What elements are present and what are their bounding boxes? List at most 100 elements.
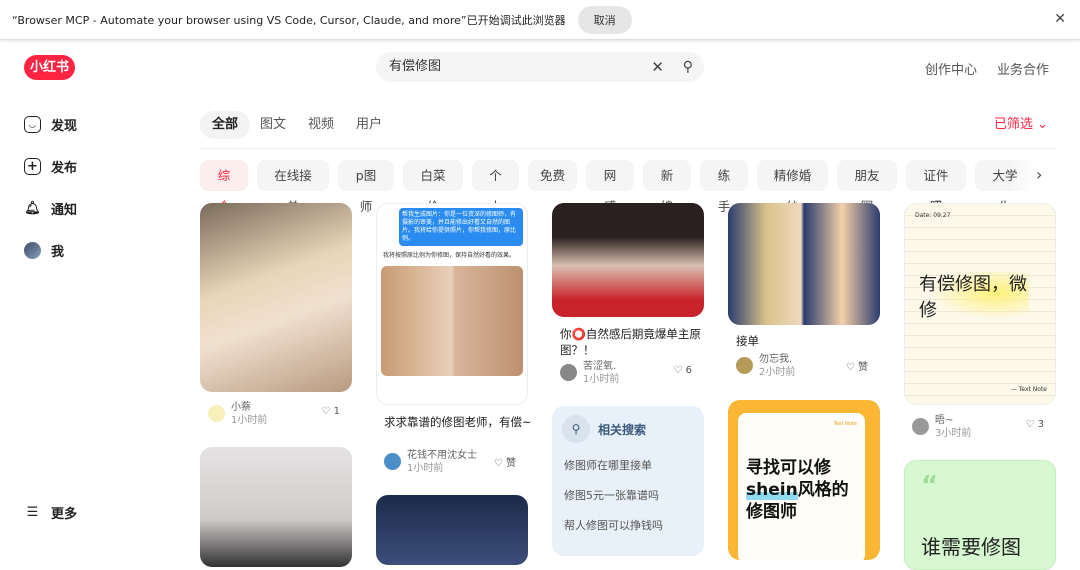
filter-button[interactable]: 已筛选 ⌄ — [994, 113, 1048, 132]
tab-video[interactable]: 视频 — [296, 111, 346, 139]
like-button[interactable]: ♡ 6 — [673, 365, 692, 376]
avatar — [912, 418, 929, 435]
avatar — [560, 364, 577, 381]
chip[interactable]: 朋友圈 — [837, 160, 897, 214]
sidebar-item-discover[interactable]: ◡ 发现 — [24, 115, 77, 134]
avatar — [208, 405, 225, 422]
sidebar-more[interactable]: ☰ 更多 — [24, 503, 77, 522]
note-author[interactable]: 晤~ 3小时前 ♡ 3 — [904, 414, 1052, 440]
chip[interactable]: 综合 — [200, 160, 248, 214]
chip[interactable]: 练手 — [700, 160, 748, 214]
author-name: 花钱不用沈女士 — [407, 450, 477, 461]
sidebar-item-me[interactable]: 我 — [24, 241, 64, 260]
note-image[interactable] — [728, 203, 880, 325]
note-image[interactable] — [376, 495, 528, 565]
post-time: 2小时前 — [759, 367, 796, 378]
chevron-down-icon: ⌄ — [1037, 117, 1049, 132]
post-time: 3小时前 — [935, 428, 972, 439]
sidebar-label: 我 — [51, 245, 65, 260]
chip[interactable]: 精修婚纱 — [757, 160, 828, 214]
related-query[interactable]: 修图5元一张靠谱吗 — [552, 481, 704, 511]
chip[interactable]: 大学生 — [975, 160, 1035, 214]
chip[interactable]: p图师 — [338, 160, 394, 214]
sidebar-label: 更多 — [51, 507, 78, 522]
divider — [200, 148, 1056, 149]
bell-icon: 🔔︎ — [24, 201, 41, 216]
like-count: 1 — [333, 406, 340, 417]
search-icon: ⚲ — [562, 415, 590, 443]
chip[interactable]: 新娘 — [643, 160, 691, 214]
tab-all[interactable]: 全部 — [200, 111, 251, 139]
creator-center-link[interactable]: 创作中心 — [925, 59, 977, 78]
note-image[interactable]: Date: 09.27 有偿修图，微修 — Text Note — [904, 203, 1056, 405]
avatar — [384, 453, 401, 470]
business-link[interactable]: 业务合作 — [997, 59, 1049, 78]
debug-banner: “Browser MCP - Automate your browser usi… — [0, 0, 1080, 40]
chip[interactable]: 个人 — [472, 160, 519, 214]
like-button[interactable]: ♡ 1 — [321, 406, 340, 417]
chip[interactable]: 网感 — [586, 160, 634, 214]
sidebar-item-notifications[interactable]: 🔔︎ 通知 — [24, 199, 77, 218]
note-title[interactable]: 接单 — [736, 333, 884, 349]
note-image[interactable]: “ 谁需要修图 — [904, 460, 1056, 570]
note-image[interactable]: Text Note 寻找可以修 shein风格的 修图师 — [728, 400, 880, 560]
overlay-text: 我将按照原比例为你修图，保持自然好看的效果。 — [383, 252, 516, 259]
author-name: 勿忘我. — [759, 354, 793, 365]
card-text: 谁需要修图 — [921, 535, 1021, 559]
like-button[interactable]: ♡ 赞 — [494, 454, 516, 469]
close-icon[interactable]: ✕ — [1054, 11, 1066, 27]
post-time: 1小时前 — [231, 415, 268, 426]
sidebar-item-publish[interactable]: + 发布 — [24, 157, 77, 176]
cancel-button[interactable]: 取消 — [577, 5, 632, 34]
like-count: 赞 — [858, 362, 868, 373]
chip[interactable]: 免费 — [528, 160, 577, 191]
logo[interactable]: 小红书 — [24, 55, 75, 80]
note-author[interactable]: 小蔡 1小时前 ♡ 1 — [200, 401, 348, 427]
related-query[interactable]: 修图师在哪里接单 — [552, 451, 704, 481]
sidebar-label: 通知 — [51, 203, 78, 218]
author-name: 苦涩氧. — [583, 361, 617, 372]
post-time: 1小时前 — [407, 463, 444, 474]
like-count: 3 — [1037, 419, 1044, 430]
overlay-text: 帮我生成图片：你是一位资深的修图师，有摄影的审美，并且能修出好看又自然的图片。我… — [399, 208, 523, 246]
image-text: 有偿修图，微修 — [919, 272, 1029, 324]
note-author[interactable]: 苦涩氧. 1小时前 ♡ 6 — [552, 360, 700, 386]
filter-label: 已筛选 — [994, 117, 1034, 132]
chevron-right-icon[interactable]: › — [1036, 165, 1042, 184]
note-image[interactable] — [552, 203, 704, 317]
card-text: 修图师 — [746, 502, 797, 522]
plus-icon: + — [24, 158, 41, 175]
note-author[interactable]: 勿忘我. 2小时前 ♡ 赞 — [728, 353, 876, 379]
date-label: Date: 09.27 — [915, 212, 951, 219]
avatar — [736, 357, 753, 374]
home-icon: ◡ — [24, 116, 41, 133]
note-title[interactable]: 求求靠谱的修图老师，有偿~ — [384, 414, 532, 441]
sidebar-label: 发布 — [51, 161, 78, 176]
tab-users[interactable]: 用户 — [344, 111, 394, 139]
tab-image-text[interactable]: 图文 — [248, 111, 298, 139]
chip[interactable]: 证件照 — [906, 160, 966, 214]
like-button[interactable]: ♡ 赞 — [846, 358, 868, 373]
search-value: 有偿修图 — [389, 59, 442, 74]
search-input[interactable]: 有偿修图 ✕ ⚲ — [376, 52, 704, 82]
like-count: 赞 — [506, 458, 516, 469]
chip[interactable]: 在线接单 — [257, 160, 329, 214]
related-query[interactable]: 帮人修图可以挣钱吗 — [552, 511, 704, 541]
note-title[interactable]: 你⭕自然感后期竟爆单主原图？！ — [560, 326, 708, 358]
related-title: 相关搜索 — [598, 422, 647, 437]
like-button[interactable]: ♡ 3 — [1025, 419, 1044, 430]
like-count: 6 — [685, 365, 692, 376]
card-tag: Text Note — [833, 421, 857, 427]
image-sign: — Text Note — [1010, 386, 1047, 393]
note-image[interactable] — [200, 203, 352, 392]
banner-message: “Browser MCP - Automate your browser usi… — [12, 13, 566, 27]
note-author[interactable]: 花钱不用沈女士 1小时前 ♡ 赞 — [376, 449, 524, 475]
clear-icon[interactable]: ✕ — [651, 52, 664, 82]
avatar — [24, 242, 41, 259]
chip[interactable]: 白菜价 — [403, 160, 463, 214]
note-image[interactable] — [200, 447, 352, 567]
author-name: 小蔡 — [231, 402, 251, 413]
note-image[interactable]: 帮我生成图片：你是一位资深的修图师，有摄影的审美，并且能修出好看又自然的图片。我… — [376, 203, 528, 405]
quote-icon: “ — [921, 471, 939, 501]
search-icon[interactable]: ⚲ — [683, 52, 693, 82]
